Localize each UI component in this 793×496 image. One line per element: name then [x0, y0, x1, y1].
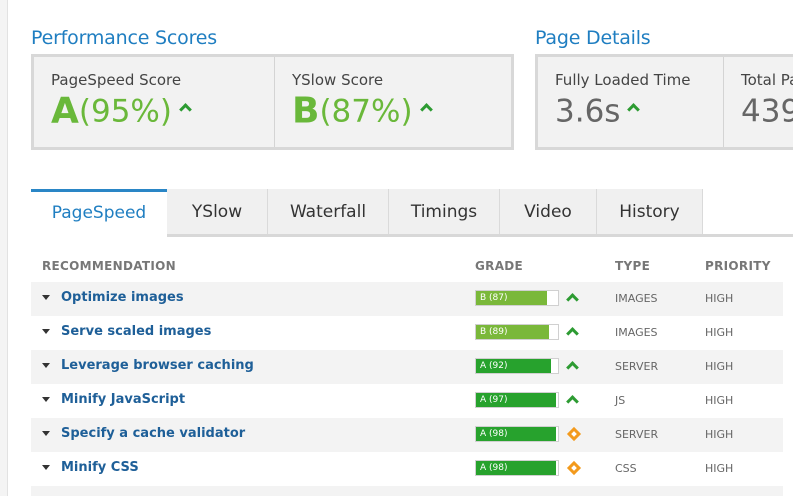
tab-history[interactable]: History	[597, 189, 703, 235]
fully-loaded-card: Fully Loaded Time 3.6s	[538, 57, 723, 147]
column-header-grade: GRADE	[475, 259, 524, 273]
grade-bar: A (92)	[475, 358, 559, 374]
pagespeed-grade-letter: A	[51, 90, 79, 132]
chevron-up-icon	[566, 394, 579, 408]
caret-down-icon[interactable]	[42, 295, 50, 300]
column-header-recommendation: RECOMMENDATION	[42, 259, 176, 273]
yslow-score-label: YSlow Score	[292, 71, 384, 89]
fully-loaded-label: Fully Loaded Time	[555, 71, 691, 89]
tab-yslow[interactable]: YSlow	[167, 189, 268, 235]
grade-bar-fill: A (92)	[476, 359, 551, 373]
tab-timings[interactable]: Timings	[389, 189, 500, 235]
priority-cell: HIGH	[705, 326, 734, 339]
type-cell: SERVER	[615, 360, 659, 373]
tab-video[interactable]: Video	[500, 189, 597, 235]
priority-cell: HIGH	[705, 394, 734, 407]
yslow-score-value: B(87%)	[292, 90, 433, 132]
pagespeed-score-value: A(95%)	[51, 90, 192, 132]
caret-down-icon[interactable]	[42, 363, 50, 368]
caret-down-icon[interactable]	[42, 431, 50, 436]
pagespeed-score-card: PageSpeed Score A(95%)	[34, 57, 274, 147]
table-row[interactable]: Serve scaled images B (89) IMAGES HIGH	[31, 316, 783, 350]
performance-scores-panel: PageSpeed Score A(95%) YSlow Score B(87%…	[31, 54, 514, 150]
pagespeed-grade-percent: (95%)	[78, 93, 172, 130]
priority-cell: HIGH	[705, 462, 734, 475]
table-row[interactable]: Leverage browser caching A (92) SERVER HIGH	[31, 350, 783, 384]
grade-bar-fill: A (98)	[476, 427, 556, 441]
column-header-type: TYPE	[615, 259, 651, 273]
priority-cell: HIGH	[705, 360, 734, 373]
caret-down-icon[interactable]	[42, 465, 50, 470]
column-header-priority: PRIORITY	[705, 259, 771, 273]
recommendation-link[interactable]: Minify JavaScript	[61, 392, 185, 407]
left-edge-strip	[0, 0, 8, 496]
fully-loaded-time: 3.6s	[555, 93, 621, 130]
chevron-up-icon	[627, 103, 641, 116]
grade-bar-fill: A (97)	[476, 393, 556, 407]
chevron-up-icon	[566, 360, 579, 374]
grade-bar: A (98)	[475, 460, 559, 476]
type-cell: JS	[615, 394, 626, 407]
warning-diamond-icon	[566, 460, 582, 476]
tab-underline	[167, 234, 793, 237]
tab-waterfall[interactable]: Waterfall	[268, 189, 389, 235]
grade-bar: A (98)	[475, 426, 559, 442]
tab-pagespeed[interactable]: PageSpeed	[31, 189, 167, 235]
grade-bar: B (89)	[475, 324, 559, 340]
page-details-panel: Fully Loaded Time 3.6s Total Pa 439	[535, 54, 793, 150]
grade-bar-fill: A (98)	[476, 461, 556, 475]
grade-bar-fill: B (87)	[476, 291, 547, 305]
table-row[interactable]: Optimize images B (87) IMAGES HIGH	[31, 282, 783, 316]
priority-cell: HIGH	[705, 428, 734, 441]
fully-loaded-value: 3.6s	[555, 93, 641, 130]
total-page-label: Total Pa	[741, 71, 793, 89]
table-row[interactable]: Minify CSS A (98) CSS HIGH	[31, 452, 783, 486]
total-page-value-wrap: 439	[741, 94, 793, 129]
caret-down-icon[interactable]	[42, 329, 50, 334]
total-page-card: Total Pa 439	[723, 57, 793, 147]
recommendation-link[interactable]: Specify a cache validator	[61, 426, 245, 441]
chevron-up-icon	[566, 292, 579, 306]
yslow-grade-letter: B	[292, 90, 320, 132]
recommendation-link[interactable]: Serve scaled images	[61, 324, 211, 339]
type-cell: CSS	[615, 462, 637, 475]
pagespeed-score-label: PageSpeed Score	[51, 71, 182, 89]
total-page-value: 439	[741, 93, 793, 130]
page-details-title: Page Details	[535, 27, 651, 49]
chevron-up-icon	[566, 326, 579, 340]
caret-down-icon[interactable]	[42, 397, 50, 402]
recommendation-link[interactable]: Leverage browser caching	[61, 358, 254, 373]
chevron-up-icon	[179, 103, 192, 116]
grade-bar-fill: B (89)	[476, 325, 549, 339]
chevron-up-icon	[419, 103, 433, 116]
yslow-grade-percent: (87%)	[319, 93, 413, 130]
grade-bar: A (97)	[475, 392, 559, 408]
type-cell: SERVER	[615, 428, 659, 441]
yslow-score-card: YSlow Score B(87%)	[274, 57, 511, 147]
table-row[interactable]: Specify a cache validator A (98) SERVER HIG…	[31, 418, 783, 452]
type-cell: IMAGES	[615, 292, 658, 305]
performance-scores-title: Performance Scores	[31, 27, 217, 49]
recommendation-link[interactable]: Optimize images	[61, 290, 184, 305]
warning-diamond-icon	[566, 426, 582, 442]
grade-bar: B (87)	[475, 290, 559, 306]
priority-cell: HIGH	[705, 292, 734, 305]
table-row-partial	[31, 486, 783, 496]
type-cell: IMAGES	[615, 326, 658, 339]
recommendation-link[interactable]: Minify CSS	[61, 460, 139, 475]
table-row[interactable]: Minify JavaScript A (97) JS HIGH	[31, 384, 783, 418]
